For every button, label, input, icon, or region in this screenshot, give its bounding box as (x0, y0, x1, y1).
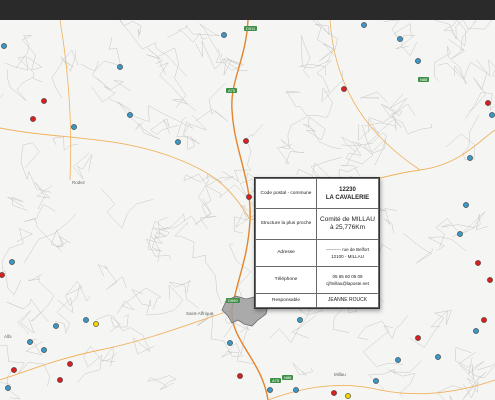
structure-marker[interactable] (9, 259, 15, 265)
road-shield: N88 (418, 77, 430, 82)
structure-marker[interactable] (361, 22, 367, 28)
structure-marker[interactable] (83, 317, 89, 323)
structure-marker[interactable] (395, 357, 401, 363)
structure-marker[interactable] (397, 36, 403, 42)
structure-marker[interactable] (481, 317, 487, 323)
structure-marker[interactable] (41, 98, 47, 104)
structure-marker[interactable] (93, 321, 99, 327)
structure-marker[interactable] (237, 373, 243, 379)
structure-marker[interactable] (457, 231, 463, 237)
road (329, 20, 421, 171)
top-bar (0, 0, 495, 20)
structure-marker[interactable] (243, 138, 249, 144)
structure-marker[interactable] (127, 112, 133, 118)
value-responsable: JEANNE ROUCK (316, 292, 379, 309)
value-commune: 12230 LA CAVALERIE (316, 177, 379, 210)
structure-marker[interactable] (473, 328, 479, 334)
structure-marker[interactable] (67, 361, 73, 367)
structure-marker[interactable] (487, 277, 493, 283)
row-adresse: Adresse ---------- rue de Belfort 12100 … (255, 238, 379, 267)
structure-marker[interactable] (475, 260, 481, 266)
label-adresse: Adresse (255, 238, 317, 267)
label-structure: Structure la plus proche (255, 208, 317, 240)
structure-marker[interactable] (415, 335, 421, 341)
structure-marker[interactable] (341, 86, 347, 92)
structure-marker[interactable] (57, 377, 63, 383)
structure-marker[interactable] (489, 112, 495, 118)
structure-marker[interactable] (373, 378, 379, 384)
structure-marker[interactable] (11, 367, 17, 373)
row-responsable: Responsable JEANNE ROUCK (255, 292, 379, 309)
address-street: ---------- rue de Belfort (325, 246, 370, 252)
email-link[interactable]: cjfmillau@laposte.net (319, 280, 376, 287)
label-code-postal: Code postal - commune (255, 177, 317, 210)
postal-code: 12230 (339, 186, 356, 193)
place-label: Millau (334, 372, 346, 377)
structure-marker[interactable] (227, 340, 233, 346)
address-city: 12100 - MILLAU (331, 253, 364, 259)
value-contact: 05 65 60 05 09 cjfmillau@laposte.net (316, 265, 379, 294)
map-canvas[interactable]: Millau Rodez Saint-Affrique Albi A75 D91… (0, 20, 495, 400)
road (267, 379, 495, 400)
structure-marker[interactable] (71, 124, 77, 130)
road-shield: A75 (226, 88, 238, 93)
structure-marker[interactable] (467, 155, 473, 161)
road-shield: A75 (270, 378, 282, 383)
info-table: Code postal - commune 12230 LA CAVALERIE… (255, 177, 379, 309)
structure-marker[interactable] (27, 339, 33, 345)
place-label: Rodez (72, 180, 86, 185)
structure-marker[interactable] (415, 58, 421, 64)
structure-marker[interactable] (41, 347, 47, 353)
road (0, 127, 251, 221)
road-shield: D911 (244, 26, 258, 31)
row-structure: Structure la plus proche Comité de MILLA… (255, 208, 379, 240)
structure-marker[interactable] (30, 116, 36, 122)
label-responsable: Responsable (255, 292, 317, 309)
label-telephone: Téléphone (255, 265, 317, 294)
place-label: Saint-Affrique (186, 311, 214, 316)
structure-name: Comité de MILLAU (320, 215, 375, 223)
structure-marker[interactable] (331, 390, 337, 396)
structure-marker[interactable] (246, 194, 252, 200)
structure-marker[interactable] (5, 385, 11, 391)
structure-distance: à 25,776Km (329, 223, 366, 231)
road-shield: N88 (282, 375, 294, 380)
place-label: Albi (4, 334, 12, 339)
road (59, 20, 72, 181)
commune-name: LA CAVALERIE (325, 194, 370, 201)
value-structure: Comité de MILLAU à 25,776Km (316, 208, 379, 240)
row-commune: Code postal - commune 12230 LA CAVALERIE (255, 177, 379, 210)
structure-marker[interactable] (463, 202, 469, 208)
road-shield: D999 (226, 298, 240, 303)
structure-marker[interactable] (297, 317, 303, 323)
structure-marker[interactable] (53, 323, 59, 329)
structure-marker[interactable] (0, 272, 5, 278)
phone-number: 05 65 60 05 09 (332, 273, 363, 279)
map-viewer: Millau Rodez Saint-Affrique Albi A75 D91… (0, 0, 495, 400)
value-adresse: ---------- rue de Belfort 12100 - MILLAU (316, 238, 379, 267)
structure-marker[interactable] (1, 43, 7, 49)
structure-marker[interactable] (293, 387, 299, 393)
structure-marker[interactable] (485, 100, 491, 106)
structure-marker[interactable] (345, 393, 351, 399)
commune-info-popup[interactable]: Code postal - commune 12230 LA CAVALERIE… (254, 177, 380, 309)
row-telephone: Téléphone 05 65 60 05 09 cjfmillau@lapos… (255, 265, 379, 294)
structure-marker[interactable] (175, 139, 181, 145)
structure-marker[interactable] (267, 387, 273, 393)
structure-marker[interactable] (221, 32, 227, 38)
structure-marker[interactable] (435, 354, 441, 360)
structure-marker[interactable] (117, 64, 123, 70)
